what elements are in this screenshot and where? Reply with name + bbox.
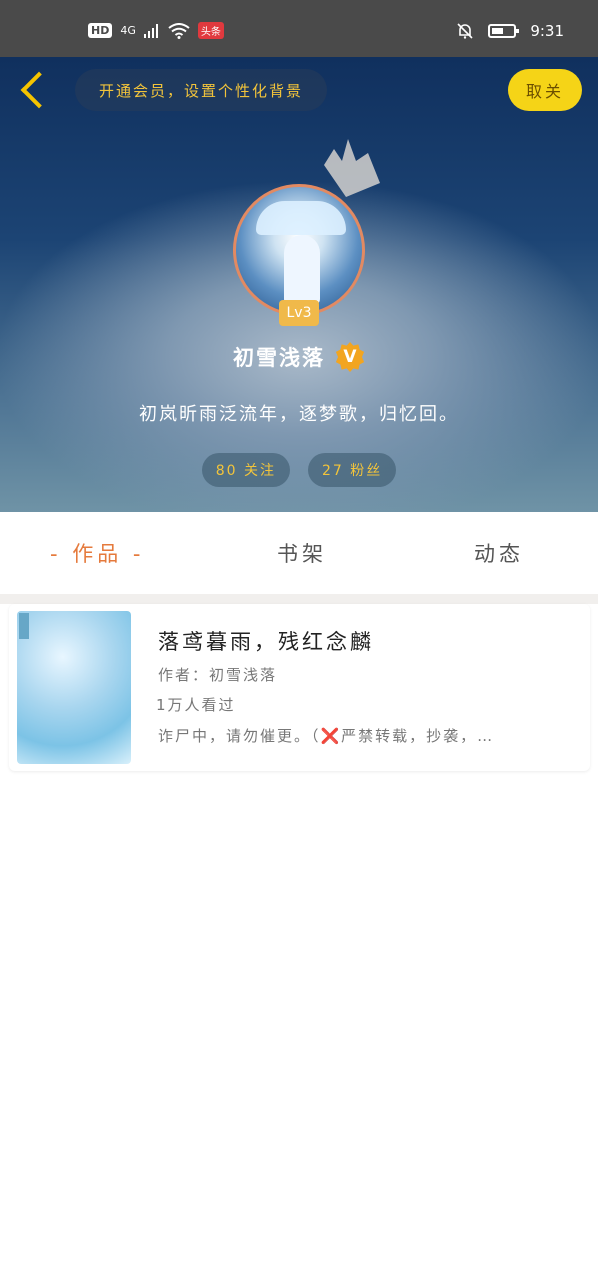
status-bar: HD 4G 头条 9:31 [0,0,598,57]
network-type: 4G [120,24,136,37]
profile-tabs: - 作品 - 书架 动态 [0,512,598,594]
vip-background-button[interactable]: 开通会员，设置个性化背景 [75,69,327,111]
stats-row: 80 关注 27 粉丝 [0,453,598,487]
tab-works[interactable]: - 作品 - [50,538,145,568]
wifi-icon [168,22,190,39]
book-cover [17,611,131,764]
profile-header: 开通会员，设置个性化背景 取关 Lv3 初雪浅落 V 初岚昕雨泛流年，逐梦歌，归… [0,57,598,512]
signal-icon [143,23,158,38]
unfollow-button[interactable]: 取关 [508,69,582,111]
toutiao-app-icon: 头条 [197,22,224,39]
avatar-figure [284,235,320,305]
user-bio: 初岚昕雨泛流年，逐梦歌，归忆回。 [139,404,459,425]
book-description: 诈尸中，请勿催更。（❌严禁转载，抄袭，… [158,727,495,745]
avatar[interactable] [233,184,365,316]
cover-tag [19,613,29,639]
book-views: 1万人看过 [156,696,236,714]
status-right: 9:31 [456,22,564,40]
book-author: 作者：初雪浅落 [158,666,278,684]
battery-icon [488,24,520,38]
section-divider [0,594,598,604]
bell-muted-icon [457,23,473,39]
back-button[interactable] [16,71,50,111]
following-button[interactable]: 80 关注 [201,453,290,487]
tab-bookshelf[interactable]: 书架 [277,538,327,568]
status-left: HD 4G 头条 [88,22,224,39]
username: 初雪浅落 [233,346,325,370]
tab-activity[interactable]: 动态 [474,538,524,568]
hd-indicator: HD [88,23,113,38]
level-badge: Lv3 [279,300,319,326]
clock: 9:31 [530,22,564,40]
verified-badge-icon: V [335,342,365,372]
avatar-umbrella [256,201,346,235]
book-card[interactable]: 落鸢暮雨，残红念麟 作者：初雪浅落 1万人看过 诈尸中，请勿催更。（❌严禁转载，… [9,604,590,771]
username-row: 初雪浅落 V [0,342,598,372]
book-title: 落鸢暮雨，残红念麟 [158,630,374,654]
fans-button[interactable]: 27 粉丝 [308,453,397,487]
